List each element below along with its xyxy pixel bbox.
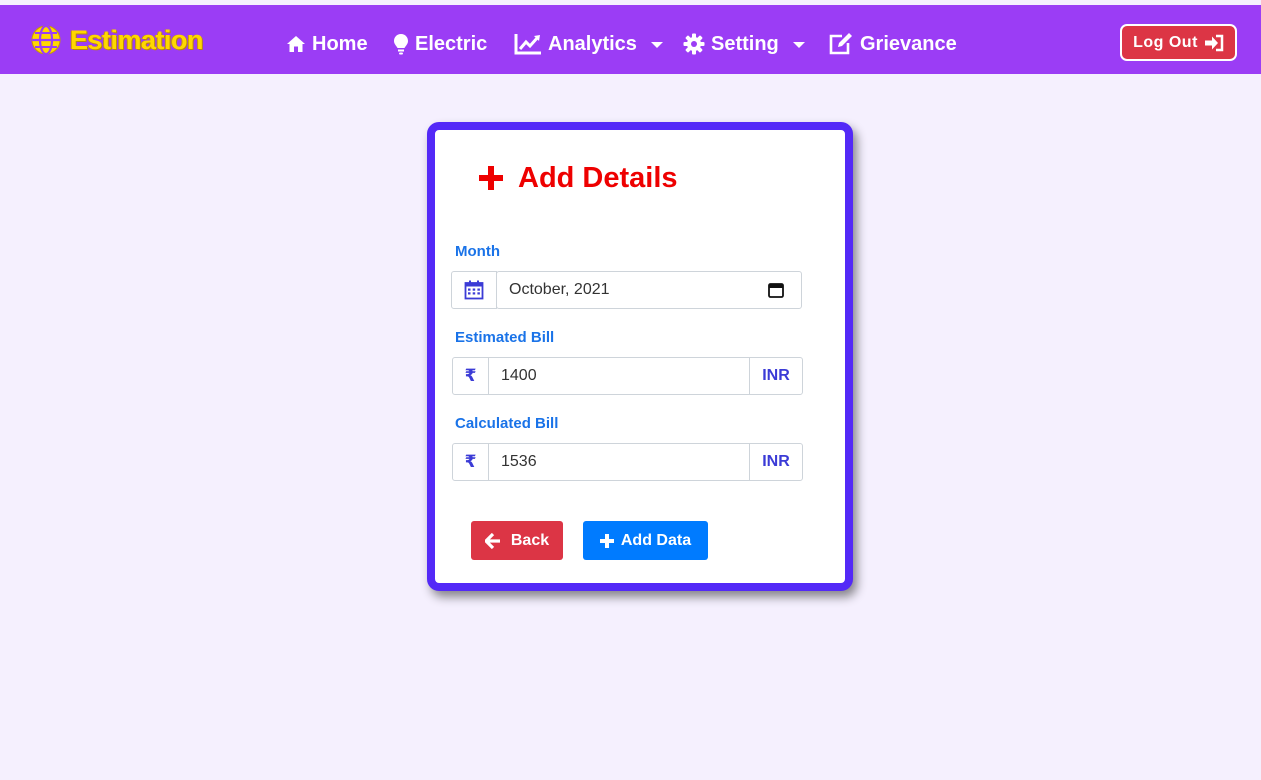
nav-setting-label: Setting [711,32,779,55]
estimated-bill-value: 1400 [501,367,537,384]
chart-line-icon [514,34,541,55]
rupee-icon: ₹ [452,443,489,481]
nav-setting[interactable]: Setting [683,29,805,59]
plus-icon [599,533,614,548]
back-button[interactable]: Back [471,521,563,560]
calculated-bill-input[interactable]: 1536 [488,443,750,481]
logout-button[interactable]: Log Out [1120,24,1237,61]
estimated-bill-label: Estimated Bill [455,329,555,346]
plus-icon [479,166,503,190]
add-data-button[interactable]: Add Data [583,521,708,560]
calendar-picker-icon[interactable] [768,282,784,298]
month-addon [451,271,497,309]
lightbulb-icon [394,34,408,55]
back-label: Back [510,531,550,549]
edit-icon [829,33,852,55]
month-label: Month [455,243,500,260]
navbar: Estimation Home Electric Analytics Setti… [0,5,1261,74]
add-data-label: Add Data [620,531,692,549]
estimated-currency-unit: INR [749,357,803,395]
month-input[interactable]: October, 2021 [496,271,802,309]
gear-icon [683,33,705,55]
calculated-bill-value: 1536 [501,453,537,470]
nav-grievance[interactable]: Grievance [828,29,957,59]
chevron-down-icon [792,42,805,48]
calendar-icon [464,280,484,300]
globe-icon [31,24,61,56]
month-value: October, 2021 [509,281,610,298]
logout-label: Log Out [1133,33,1198,51]
sign-in-icon [1204,34,1224,51]
nav-home[interactable]: Home [286,29,368,59]
form-title-text: Add Details [518,161,678,194]
calculated-currency-unit: INR [749,443,803,481]
estimated-bill-input[interactable]: 1400 [488,357,750,395]
nav-analytics[interactable]: Analytics [514,29,663,59]
nav-electric[interactable]: Electric [393,29,487,59]
rupee-icon: ₹ [452,357,489,395]
calculated-bill-label: Calculated Bill [455,415,559,432]
form-title: Add Details [478,158,678,198]
nav-home-label: Home [312,32,368,55]
chevron-down-icon [650,42,663,48]
nav-analytics-label: Analytics [548,32,637,55]
arrow-left-icon [484,532,500,549]
home-icon [287,36,305,52]
nav-electric-label: Electric [415,32,488,55]
brand-label: Estimation [70,24,204,55]
brand[interactable]: Estimation [30,24,204,56]
nav-grievance-label: Grievance [860,32,957,55]
